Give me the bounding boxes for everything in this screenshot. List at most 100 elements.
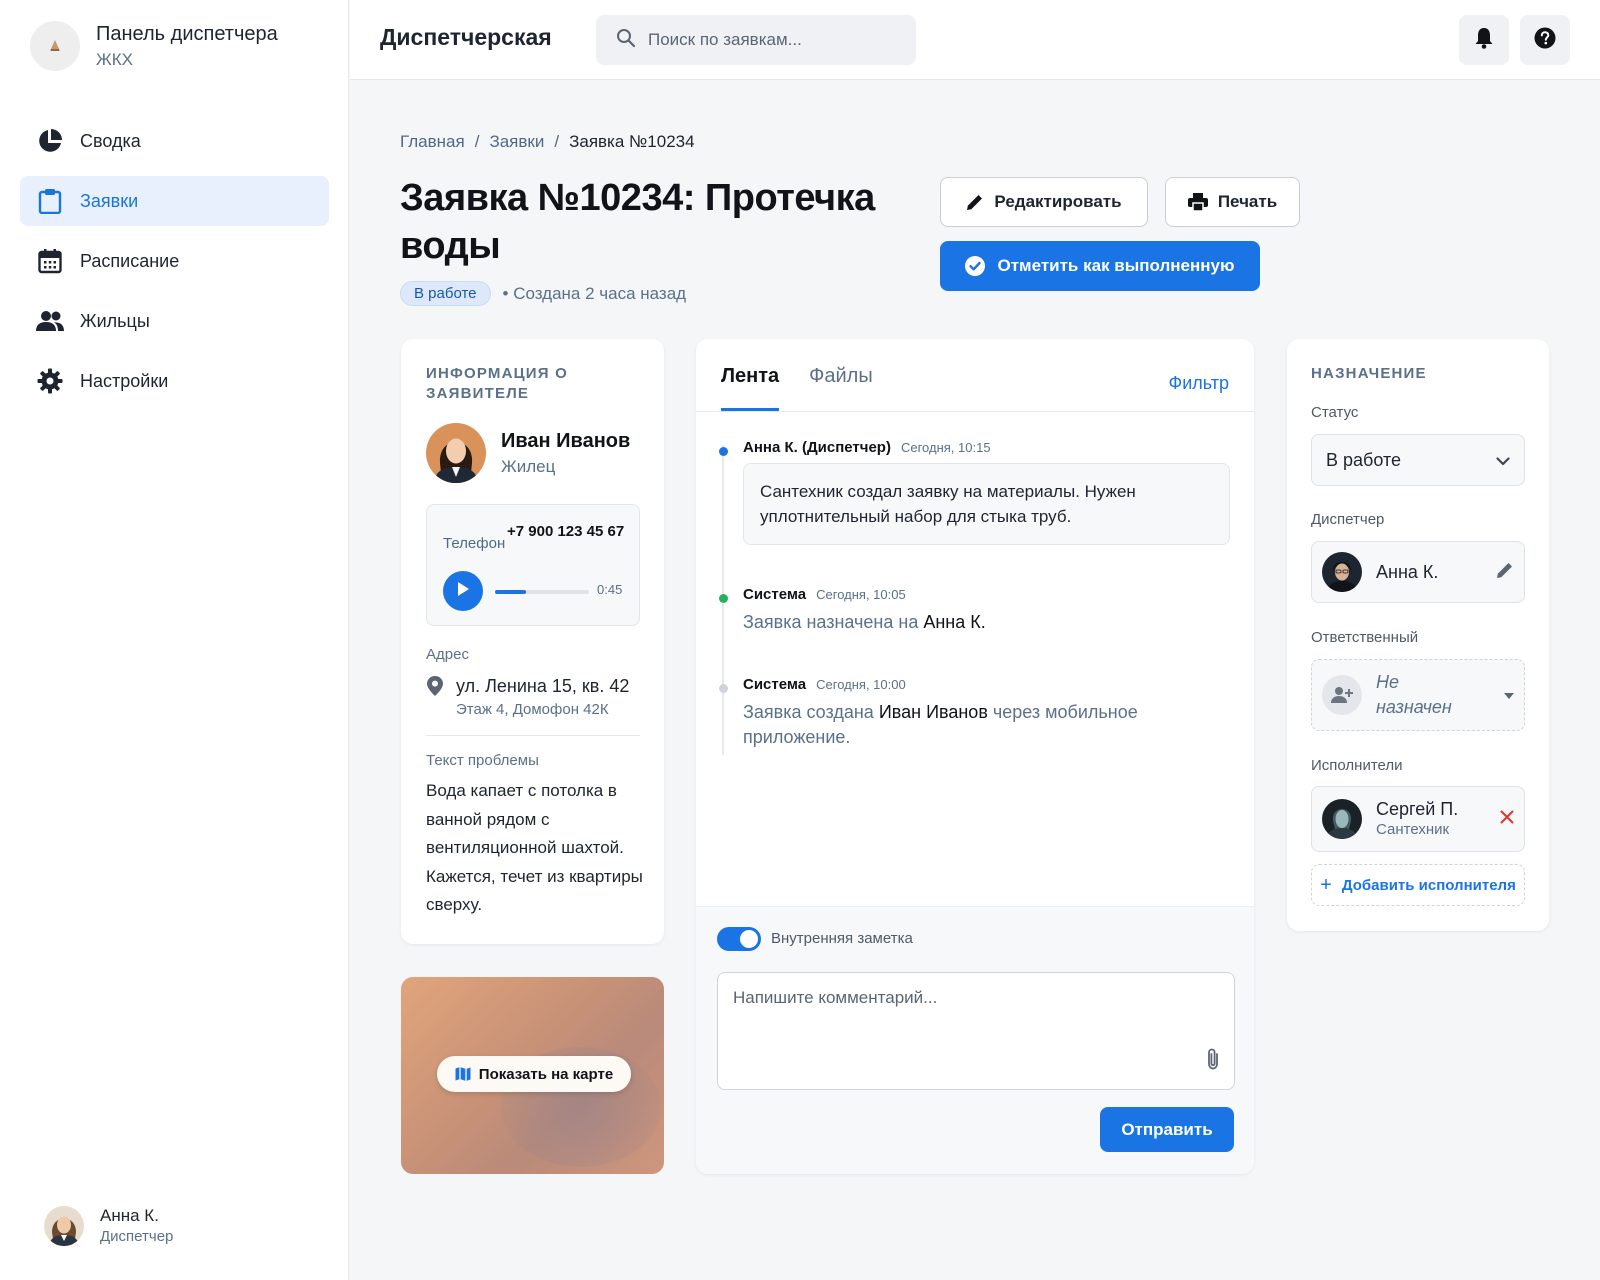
location-pin-icon [426,675,444,721]
current-user[interactable]: Анна К. Диспетчер [44,1205,173,1247]
status-badge: В работе [400,281,491,306]
help-icon [1534,27,1556,54]
avatar [1322,799,1362,839]
phone-number[interactable]: +7 900 123 45 67 [507,522,627,542]
event-dot [719,447,728,456]
address: ул. Ленина 15, кв. 42 Этаж 4, Домофон 42… [426,673,629,721]
executor-role: Сантехник [1376,821,1450,838]
brand-logo [30,21,80,71]
created-time: • Создана 2 часа назад [502,283,687,303]
assignment-card: НАЗНАЧЕНИЕ Статус В работе Диспетчер Анн… [1287,339,1549,931]
print-button[interactable]: Печать [1165,177,1300,227]
sidebar-item-label: Расписание [80,250,180,271]
search-box[interactable] [596,15,916,65]
sidebar-item-residents[interactable]: Жильцы [20,296,329,346]
edit-button[interactable]: Редактировать [940,177,1148,227]
notifications-button[interactable] [1459,15,1509,65]
responsible-select[interactable]: Не назначен [1311,659,1525,731]
event-highlight: Анна К. [923,612,986,632]
sidebar-item-requests[interactable]: Заявки [20,176,329,226]
avatar [426,423,486,483]
responsible-label: Ответственный [1311,629,1419,646]
event-text: Заявка создана Иван Иванов через мобильн… [743,702,1138,747]
send-button[interactable]: Отправить [1100,1107,1234,1152]
add-person-icon [1322,675,1362,715]
event-text: Заявка назначена на Анна К. [743,612,986,632]
executor-item: Сергей П. Сантехник [1311,786,1525,852]
sidebar-item-label: Настройки [80,370,169,391]
pencil-icon [966,193,984,211]
breadcrumb-requests[interactable]: Заявки [489,132,544,152]
brand: Панель диспетчера ЖКХ [30,20,278,72]
dispatcher-label: Диспетчер [1311,511,1385,528]
filter-link[interactable]: Фильтр [1169,373,1229,394]
play-button[interactable] [443,571,483,611]
internal-note-toggle[interactable] [717,927,761,951]
audio-progress[interactable] [495,590,589,594]
event-highlight: Иван Иванов [878,702,988,722]
edit-button-label: Редактировать [994,192,1122,211]
comment-box [717,972,1235,1090]
map-icon [455,1066,471,1082]
show-on-map-button[interactable]: Показать на карте [437,1056,631,1092]
audio-duration: 0:45 [597,582,623,597]
sidebar-item-schedule[interactable]: Расписание [20,236,329,286]
search-input[interactable] [648,30,898,50]
section-title: НАЗНАЧЕНИЕ [1311,365,1427,382]
event-dot [719,684,728,693]
status-select[interactable]: В работе [1311,434,1525,486]
avatar [1322,552,1362,592]
event-time: Сегодня, 10:15 [900,440,991,455]
plus-icon: + [1320,873,1332,896]
applicant-card: ИНФОРМАЦИЯ О ЗАЯВИТЕЛЕ Иван Иванов Жилец… [401,339,664,944]
sidebar-nav: Сводка Заявки Расписание Жильцы Настройк… [20,116,329,416]
bell-icon [1474,27,1494,54]
event-author: Анна К. (Диспетчер) [743,439,891,456]
mark-complete-button[interactable]: Отметить как выполненную [940,241,1260,291]
applicant-role: Жилец [501,457,556,476]
ticket-meta: В работе • Создана 2 часа назад [400,281,686,306]
event-author: Система [743,676,807,693]
sidebar-item-summary[interactable]: Сводка [20,116,329,166]
problem-label: Текст проблемы [426,752,539,769]
sidebar-item-label: Сводка [80,130,141,151]
close-icon[interactable] [1500,810,1514,829]
breadcrumb-current: Заявка №10234 [569,132,695,151]
executors-label: Исполнители [1311,757,1403,774]
tab-files[interactable]: Файлы [809,339,873,411]
app-title: Диспетчерская [380,24,552,50]
comment-input[interactable] [733,988,1173,1068]
check-circle-icon [965,256,986,276]
pie-chart-icon [36,127,64,155]
user-role: Диспетчер [100,1228,174,1245]
search-icon [616,28,636,53]
add-executor-label: Добавить исполнителя [1341,876,1516,894]
address-label: Адрес [426,646,469,663]
people-icon [36,307,64,335]
add-executor-button[interactable]: + Добавить исполнителя [1311,864,1525,906]
help-button[interactable] [1520,15,1570,65]
print-button-label: Печать [1217,192,1278,211]
breadcrumb-home[interactable]: Главная [400,132,465,152]
chevron-down-icon [1496,450,1510,471]
sidebar-item-label: Жильцы [80,310,150,331]
caret-down-icon [1504,686,1514,704]
applicant-name: Иван Иванов [501,430,631,452]
phone-recording: Телефон +7 900 123 45 67 0:45 [426,504,640,626]
tab-feed[interactable]: Лента [721,339,780,411]
applicant-person: Иван Иванов Жилец [426,423,630,483]
calendar-icon [36,247,64,275]
address-main: ул. Ленина 15, кв. 42 [456,676,630,696]
breadcrumb-separator: / [474,132,480,151]
sidebar-item-label: Заявки [80,190,139,211]
pencil-icon[interactable] [1496,561,1514,584]
play-icon [456,581,470,602]
sidebar-item-settings[interactable]: Настройки [20,356,329,406]
breadcrumb-separator: / [554,132,560,151]
attach-icon[interactable] [1206,1048,1220,1075]
event-time: Сегодня, 10:05 [816,587,906,602]
breadcrumb: Главная / Заявки / Заявка №10234 [400,132,695,152]
responsible-value: Не назначен [1376,672,1452,717]
internal-note-label: Внутренняя заметка [771,930,913,947]
event-comment: Сантехник создал заявку на материалы. Ну… [743,463,1230,545]
